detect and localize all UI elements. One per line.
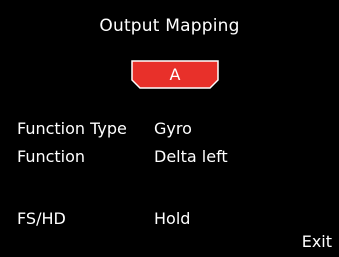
function-type-label: Function Type xyxy=(17,119,127,138)
output-mapping-screen: Output Mapping A Function Type Gyro Func… xyxy=(0,0,339,257)
channel-selector-label: A xyxy=(169,65,181,84)
exit-button[interactable]: Exit xyxy=(302,231,332,253)
fs-hd-value[interactable]: Hold xyxy=(154,208,190,230)
fs-hd-label: FS/HD xyxy=(17,209,66,228)
channel-selector[interactable]: A xyxy=(131,60,219,89)
screen-title: Output Mapping xyxy=(99,16,240,36)
function-value[interactable]: Delta left xyxy=(154,146,228,168)
function-type-value[interactable]: Gyro xyxy=(154,118,192,140)
function-label: Function xyxy=(17,147,86,166)
